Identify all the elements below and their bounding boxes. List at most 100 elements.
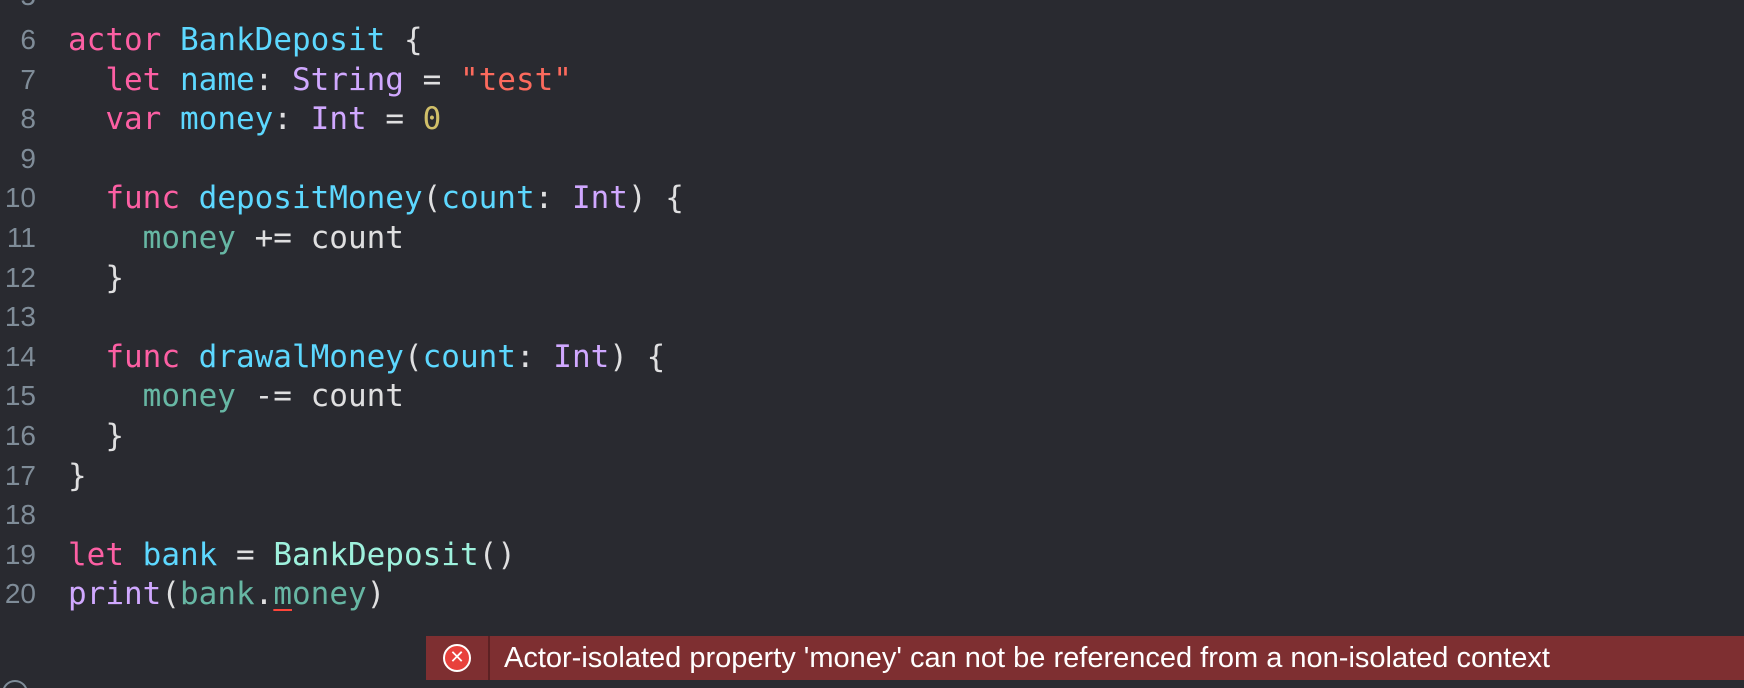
code-token: count bbox=[422, 338, 516, 375]
code-text: var money: Int = 0 bbox=[68, 97, 441, 141]
code-text: money += count bbox=[68, 216, 404, 260]
code-token: drawalMoney bbox=[198, 338, 404, 375]
code-line[interactable]: 20 print(bank.money) bbox=[0, 572, 1744, 616]
code-token: actor bbox=[68, 22, 162, 58]
code-token: += count bbox=[235, 220, 404, 256]
code-line[interactable]: 13 bbox=[0, 295, 1744, 339]
code-token: : bbox=[254, 61, 292, 98]
code-token: Int bbox=[310, 101, 367, 138]
code-token: let bbox=[105, 61, 162, 98]
line-number: 6 bbox=[20, 24, 36, 55]
code-token: oney bbox=[292, 576, 367, 613]
code-text: let bank = BankDeposit() bbox=[68, 533, 516, 577]
code-line[interactable]: 14 func drawalMoney(count: Int) { bbox=[0, 335, 1744, 379]
code-token: money bbox=[142, 220, 236, 256]
line-number: 10 bbox=[4, 182, 36, 214]
code-token: } bbox=[68, 457, 87, 494]
code-token: String bbox=[291, 61, 404, 98]
inline-error-banner[interactable]: ✕ Actor-isolated property 'money' can no… bbox=[426, 636, 1744, 680]
code-token: m bbox=[273, 576, 292, 613]
code-text: actor BankDeposit { bbox=[68, 18, 423, 62]
line-number: 14 bbox=[4, 340, 36, 372]
code-text: } bbox=[68, 256, 124, 300]
code-token: = bbox=[403, 61, 460, 98]
code-token: : bbox=[273, 101, 311, 138]
line-number: 16 bbox=[4, 420, 36, 451]
code-line[interactable]: 11 money += count bbox=[0, 216, 1744, 260]
code-token: } bbox=[68, 259, 124, 296]
code-text: func depositMoney(count: Int) { bbox=[68, 176, 684, 220]
code-token: -= count bbox=[235, 378, 404, 415]
error-icon-container[interactable]: ✕ bbox=[426, 636, 490, 680]
line-number: 15 bbox=[4, 380, 36, 412]
line-number: 19 bbox=[4, 538, 36, 570]
code-line[interactable]: 9 bbox=[0, 137, 1744, 181]
error-circle-x-icon[interactable]: ✕ bbox=[443, 644, 471, 672]
code-token: let bbox=[68, 536, 124, 573]
code-token: Int bbox=[571, 180, 628, 217]
code-token: count bbox=[441, 180, 535, 217]
code-token: bank bbox=[180, 576, 255, 613]
code-token: money bbox=[180, 101, 274, 138]
code-text: func drawalMoney(count: Int) { bbox=[68, 335, 665, 379]
code-token: } bbox=[68, 418, 124, 454]
code-token: name bbox=[180, 61, 255, 98]
code-token: . bbox=[254, 576, 274, 613]
code-token: : bbox=[534, 180, 572, 217]
code-token: ( bbox=[161, 576, 180, 613]
code-token: depositMoney bbox=[198, 180, 423, 217]
code-token: ( bbox=[403, 338, 423, 375]
code-token: "test" bbox=[459, 61, 572, 98]
code-token: () bbox=[478, 536, 516, 573]
code-line[interactable]: 17} bbox=[0, 454, 1744, 498]
code-editor[interactable]: 5 6actor BankDeposit {7 let name: String… bbox=[0, 0, 1744, 688]
code-line[interactable]: 12 } bbox=[0, 256, 1744, 300]
line-number: 17 bbox=[4, 459, 36, 491]
code-line[interactable]: 15 money -= count bbox=[0, 374, 1744, 418]
code-token: : bbox=[515, 338, 554, 375]
code-line[interactable]: 18 bbox=[0, 493, 1744, 537]
code-text: print(bank.money) bbox=[68, 572, 385, 616]
line-number: 11 bbox=[6, 222, 36, 253]
line-number: 20 bbox=[4, 578, 36, 610]
code-token: print bbox=[68, 576, 162, 613]
line-number: 13 bbox=[4, 301, 36, 333]
line-number: 18 bbox=[4, 499, 36, 531]
code-token: BankDeposit bbox=[180, 22, 386, 58]
code-line[interactable]: 7 let name: String = "test" bbox=[0, 58, 1744, 102]
code-token: func bbox=[105, 338, 180, 375]
code-token: func bbox=[105, 180, 180, 217]
code-token: { bbox=[385, 22, 423, 58]
code-token: bank bbox=[142, 536, 218, 573]
code-text: } bbox=[68, 414, 124, 458]
code-text: let name: String = "test" bbox=[68, 58, 572, 102]
code-line[interactable]: 19 let bank = BankDeposit() bbox=[0, 533, 1744, 577]
code-text: } bbox=[68, 454, 87, 498]
code-token: var bbox=[105, 101, 162, 138]
code-line[interactable]: 10 func depositMoney(count: Int) { bbox=[0, 176, 1744, 220]
code-line[interactable]: 16 } bbox=[0, 414, 1744, 458]
code-token: Int bbox=[553, 338, 610, 375]
code-line[interactable]: 6 actor BankDeposit { bbox=[0, 18, 1744, 62]
code-token: ) { bbox=[609, 338, 666, 375]
line-number: 9 bbox=[20, 142, 36, 174]
code-token: = bbox=[366, 101, 423, 138]
breakpoint-indicator-icon[interactable] bbox=[2, 680, 28, 688]
code-line[interactable]: 8 var money: Int = 0 bbox=[0, 97, 1744, 141]
code-token: = bbox=[217, 536, 274, 573]
code-token: ) bbox=[366, 576, 386, 613]
code-text: money -= count bbox=[68, 374, 404, 418]
line-number: 7 bbox=[20, 63, 36, 95]
code-token: ( bbox=[422, 180, 442, 217]
code-token: BankDeposit bbox=[273, 536, 479, 573]
